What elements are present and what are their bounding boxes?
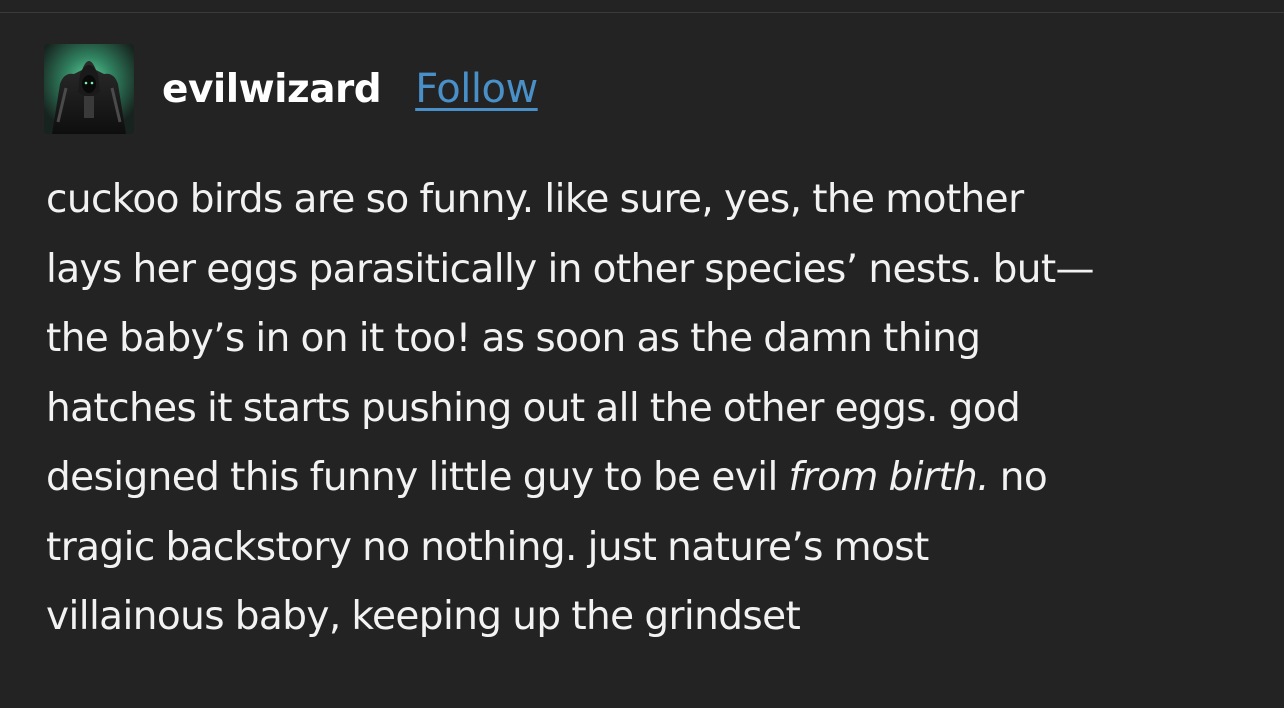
tumblr-post-screenshot: evilwizard Follow cuckoo birds are so fu…: [0, 0, 1284, 708]
post-text-emphasis: from birth.: [788, 455, 990, 500]
post-text-line: designed this funny little guy to be evi…: [46, 443, 1266, 513]
hooded-wizard-avatar-icon: [44, 44, 134, 134]
author-avatar[interactable]: [44, 44, 134, 134]
post-body: cuckoo birds are so funny. like sure, ye…: [46, 165, 1266, 652]
post-text-line: the baby’s in on it too! as soon as the …: [46, 316, 981, 361]
post-text-line: villainous baby, keeping up the grindset: [46, 594, 801, 639]
follow-button[interactable]: Follow: [415, 69, 538, 109]
post-text-segment: no: [988, 455, 1048, 500]
post-text-line: hatches it starts pushing out all the ot…: [46, 385, 1021, 431]
post-text-segment: designed this funny little guy to be evi…: [46, 455, 789, 500]
post-text-line: lays her eggs parasitically in other spe…: [46, 246, 1095, 292]
post-text-line: tragic backstory no nothing. just nature…: [46, 524, 929, 570]
top-divider: [0, 12, 1284, 13]
author-username[interactable]: evilwizard: [162, 70, 382, 109]
post-text-line: cuckoo birds are so funny. like sure, ye…: [46, 177, 1024, 222]
post-header: evilwizard Follow: [44, 44, 538, 134]
